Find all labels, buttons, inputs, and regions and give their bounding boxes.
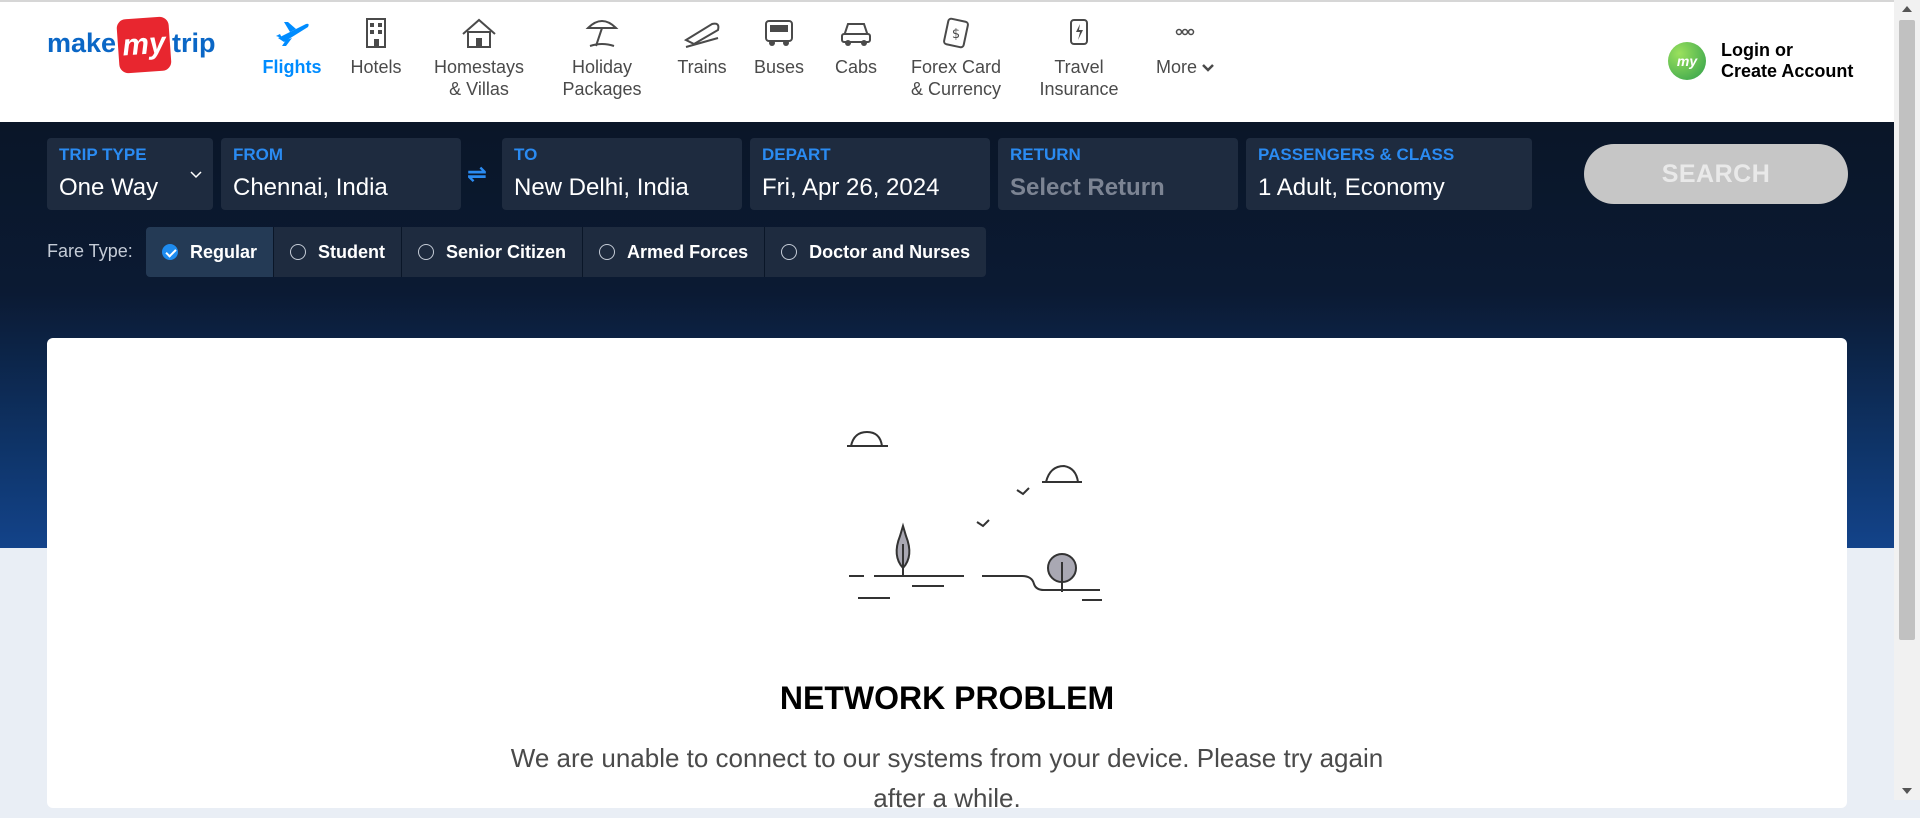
nav-homestays[interactable]: Homestays & Villas [432,14,526,100]
svg-text:$: $ [952,27,960,42]
logo-badge: my [116,16,172,74]
depart-value: Fri, Apr 26, 2024 [762,174,940,201]
fare-option-label: Senior Citizen [446,241,567,262]
tree-icon [895,522,911,576]
return-label: RETURN [1010,145,1081,164]
nav-forex[interactable]: $ Forex Card & Currency [906,14,1006,100]
fare-option-armed-forces[interactable]: Armed Forces [583,227,766,277]
fare-option-label: Armed Forces [627,241,749,262]
nav-homestays-label-1: Homestays [433,57,525,77]
nav-flights-label: Flights [262,57,322,77]
passengers-value: 1 Adult, Economy [1258,174,1445,201]
nav-buses[interactable]: Buses [749,14,809,78]
bird-icon [1016,487,1030,496]
radio-icon [781,244,798,260]
logo-word-make: make [47,28,117,58]
login-text: Login or Create Account [1721,40,1853,82]
beach-umbrella-icon [585,20,619,47]
bus-icon [765,20,793,46]
cloud-icon [1042,464,1082,483]
to-value: New Delhi, India [514,174,689,201]
from-city-field[interactable]: FROM Chennai, India [221,138,461,210]
trip-type-select[interactable]: TRIP TYPE One Way [47,138,213,210]
nav-more[interactable]: More [1150,14,1220,78]
radio-icon [418,244,435,260]
chevron-down-icon [1202,64,1214,73]
depart-label: DEPART [762,145,831,164]
scroll-up-arrow-icon[interactable] [1902,6,1912,12]
airplane-icon [276,22,309,46]
car-icon [841,23,871,46]
nav-homestays-label-2: & Villas [449,79,509,99]
makemytrip-logo[interactable]: make my trip [47,16,222,74]
login-line-2: Create Account [1721,61,1854,81]
error-message: We are unable to connect to our systems … [510,743,1384,813]
nav-holiday-label-1: Holiday [571,57,633,77]
network-error-card: NETWORK PROBLEM We are unable to connect… [47,338,1847,813]
vertical-scrollbar[interactable] [1894,0,1920,800]
site-header: make my trip Flights Hotels Homestays & [0,2,1894,122]
fare-option-student[interactable]: Student [274,227,403,277]
return-value: Select Return [1010,174,1165,201]
nav-buses-label: Buses [753,57,805,77]
bird-icon [976,519,990,528]
nav-cabs-label: Cabs [834,57,878,77]
nav-more-text: More [1155,57,1197,77]
fare-option-label: Doctor and Nurses [809,241,971,262]
nav-insurance-label-2: Insurance [1039,79,1119,99]
fare-type-label: Fare Type: [47,241,133,261]
fare-option-label: Regular [190,241,258,262]
nav-travel-insurance[interactable]: Travel Insurance [1032,14,1126,100]
nav-forex-label-1: Forex Card [910,57,1002,77]
return-date-field[interactable]: RETURN Select Return [998,138,1238,210]
fare-option-doctor-nurses[interactable]: Doctor and Nurses [765,227,987,277]
scroll-down-arrow-icon[interactable] [1902,788,1912,794]
nav-hotels-label: Hotels [350,57,402,77]
nav-trains-label: Trains [677,57,727,77]
passengers-label: PASSENGERS & CLASS [1258,145,1455,164]
from-label: FROM [233,145,284,164]
train-icon [683,22,720,48]
nav-insurance-label-1: Travel [1054,57,1104,77]
to-label: TO [514,145,538,164]
chevron-down-icon [190,171,202,179]
fare-option-senior-citizen[interactable]: Senior Citizen [402,227,584,277]
more-dots-icon [1175,28,1195,36]
nav-forex-label-2: & Currency [910,79,1002,99]
radio-checked-icon [162,244,178,260]
hotel-building-icon [366,18,386,48]
passengers-class-field[interactable]: PASSENGERS & CLASS 1 Adult, Economy [1246,138,1532,210]
nav-holiday-packages[interactable]: Holiday Packages [556,14,648,100]
insurance-shield-icon [1070,19,1088,45]
fare-option-regular[interactable]: Regular [146,227,275,277]
fare-option-label: Student [318,241,386,262]
nav-holiday-label-2: Packages [562,79,642,99]
login-line-1: Login or [1721,40,1793,60]
trip-type-label: TRIP TYPE [59,145,147,164]
logo-word-trip: trip [172,28,216,58]
to-city-field[interactable]: TO New Delhi, India [502,138,742,210]
house-icon [462,18,496,48]
nav-hotels[interactable]: Hotels [346,14,406,78]
cloud-icon [847,430,888,447]
swap-cities-icon[interactable]: ⇌ [467,160,487,189]
radio-icon [599,244,616,260]
search-button[interactable]: SEARCH [1584,144,1848,204]
forex-card-icon: $ [943,17,969,49]
nav-flights[interactable]: Flights [262,14,322,78]
nav-trains[interactable]: Trains [672,14,732,78]
trip-type-value: One Way [59,174,159,201]
depart-date-field[interactable]: DEPART Fri, Apr 26, 2024 [750,138,990,210]
nav-cabs[interactable]: Cabs [826,14,886,78]
tree-icon [1047,553,1077,592]
radio-icon [290,244,307,260]
user-avatar-icon: my [1668,42,1706,80]
network-error-illustration [847,430,1102,601]
login-create-account[interactable]: my Login or Create Account [1668,40,1868,88]
error-title: NETWORK PROBLEM [779,680,1115,716]
nav-more-label: More [1150,56,1220,78]
scroll-thumb[interactable] [1899,20,1915,640]
fare-type-options: Regular Student Senior Citizen Armed For… [146,227,987,277]
from-value: Chennai, India [233,174,388,201]
